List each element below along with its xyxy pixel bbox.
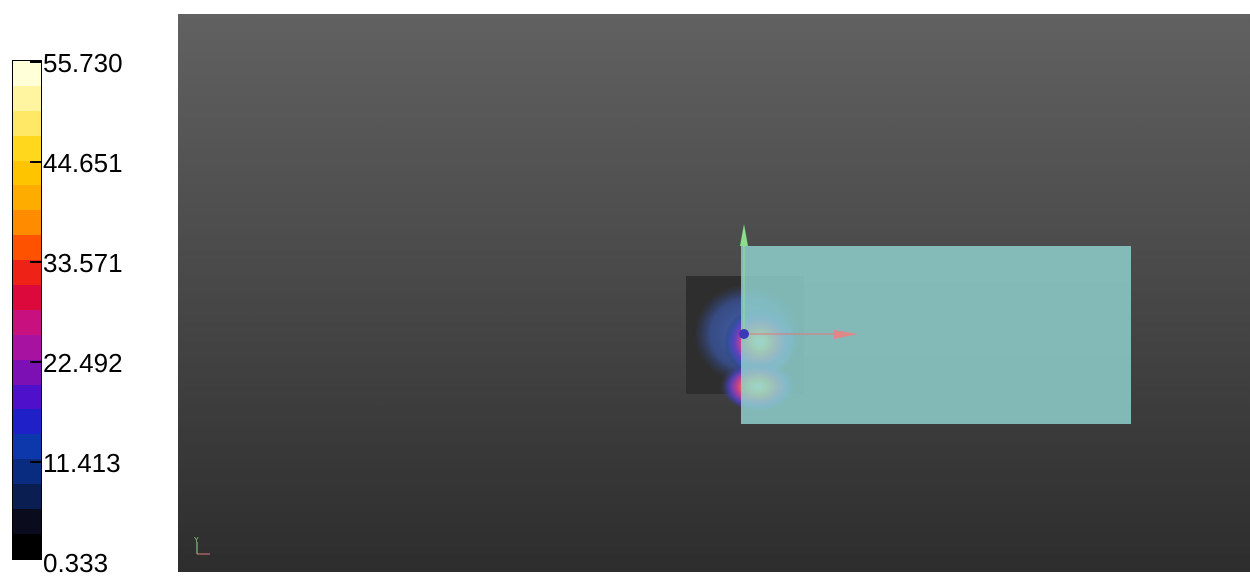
color-swatch bbox=[13, 260, 41, 286]
color-swatch bbox=[13, 160, 41, 186]
color-swatch bbox=[13, 384, 41, 410]
color-scale-bar bbox=[12, 60, 42, 560]
transparent-plane bbox=[741, 246, 1131, 424]
color-swatch bbox=[13, 185, 41, 211]
tick-mark-5 bbox=[30, 461, 42, 463]
color-swatch bbox=[13, 135, 41, 161]
tick-label-min: 0.333 bbox=[43, 548, 109, 578]
tick-label-5: 11.413 bbox=[43, 448, 121, 478]
tick-mark-4 bbox=[30, 361, 42, 363]
tick-label-3: 33.571 bbox=[43, 248, 123, 278]
color-swatch bbox=[13, 110, 41, 136]
origin-marker bbox=[739, 329, 749, 339]
color-swatch bbox=[13, 210, 41, 236]
scalar-bar-panel: 55.730 44.651 33.571 22.492 11.413 0.333 bbox=[0, 0, 178, 576]
color-swatch bbox=[13, 285, 41, 310]
tick-mark-3 bbox=[30, 261, 42, 263]
color-swatch bbox=[13, 309, 41, 335]
color-swatch bbox=[13, 85, 41, 111]
color-swatch bbox=[13, 533, 41, 559]
color-swatch bbox=[13, 484, 41, 510]
tick-label-2: 44.651 bbox=[43, 148, 123, 178]
color-swatch bbox=[13, 509, 41, 534]
scene-svg: Y bbox=[194, 224, 1131, 555]
tick-label-max: 55.730 bbox=[43, 48, 123, 78]
orientation-triad: Y bbox=[194, 537, 210, 555]
tick-label-4: 22.492 bbox=[43, 348, 123, 378]
color-swatch bbox=[13, 359, 41, 385]
color-swatch bbox=[13, 409, 41, 435]
tick-mark-2 bbox=[30, 161, 42, 163]
svg-text:Y: Y bbox=[194, 537, 199, 544]
color-swatch bbox=[13, 459, 41, 485]
color-swatch bbox=[13, 434, 41, 460]
color-swatch bbox=[13, 334, 41, 360]
color-swatch bbox=[13, 61, 41, 86]
y-axis-arrowhead bbox=[740, 224, 748, 246]
3d-render-viewport[interactable]: Y bbox=[178, 14, 1250, 572]
tick-mark-max bbox=[30, 61, 42, 63]
color-swatch bbox=[13, 235, 41, 261]
